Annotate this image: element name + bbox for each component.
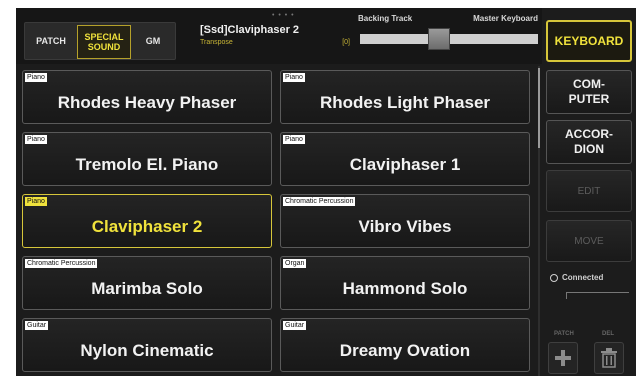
tab-patch[interactable]: PATCH (27, 25, 75, 57)
connection-line (566, 292, 629, 299)
patch-category: Chromatic Percussion (25, 259, 98, 268)
patch-category: Piano (283, 135, 305, 144)
computer-button[interactable]: COM- PUTER (546, 70, 632, 114)
patch-category: Piano (25, 73, 47, 82)
patch-name: Rhodes Heavy Phaser (57, 93, 237, 112)
connection-status: Connected (550, 273, 603, 282)
accordion-button[interactable]: ACCOR- DION (546, 120, 632, 164)
patch-type-tabs: PATCH SPECIAL SOUND GM (24, 22, 176, 60)
backing-track-label: Backing Track (358, 14, 413, 23)
page-dots: • • • • (272, 12, 295, 19)
balance-slider-labels: Backing Track Master Keyboard (358, 14, 538, 23)
app-screen: PATCH SPECIAL SOUND GM • • • • [Ssd]Clav… (16, 8, 636, 376)
trash-icon (601, 348, 617, 368)
patch-category: Organ (283, 259, 307, 268)
patch-name: Vibro Vibes (358, 217, 452, 236)
patch-category: Piano (25, 197, 47, 206)
keyboard-button[interactable]: KEYBOARD (546, 20, 632, 62)
patch-category: Guitar (25, 321, 49, 330)
tab-gm[interactable]: GM (133, 25, 173, 57)
patch-name: Dreamy Ovation (339, 341, 471, 360)
top-bar: PATCH SPECIAL SOUND GM • • • • [Ssd]Clav… (16, 8, 542, 64)
patch-name: Claviphaser 2 (91, 217, 203, 236)
scrollbar-thumb[interactable] (538, 68, 540, 148)
current-patch-name: [Ssd]Claviphaser 2 (200, 24, 300, 36)
patch-name: Tremolo El. Piano (75, 155, 219, 174)
patch-name: Nylon Cinematic (80, 341, 214, 360)
move-button[interactable]: MOVE (546, 220, 632, 262)
connection-status-label: Connected (562, 273, 604, 282)
connection-indicator-icon (550, 273, 558, 282)
balance-slider-thumb[interactable] (428, 28, 450, 50)
del-label: DEL (602, 331, 614, 337)
patch-label: PATCH (554, 331, 574, 337)
master-keyboard-label: Master Keyboard (473, 14, 538, 23)
patch-button-rhodes-heavy-phaser[interactable]: Piano Rhodes Heavy Phaser (22, 70, 272, 124)
current-patch-info: [Ssd]Claviphaser 2 Transpose [0] (200, 24, 350, 46)
patch-grid: Piano Rhodes Heavy Phaser Piano Rhodes L… (22, 70, 532, 372)
patch-category: Guitar (283, 321, 307, 330)
patch-name: Claviphaser 1 (349, 155, 461, 174)
transpose-label: Transpose (200, 39, 233, 46)
patch-button-tremolo-el-piano[interactable]: Piano Tremolo El. Piano (22, 132, 272, 186)
patch-category: Piano (283, 73, 305, 82)
patch-button-marimba-solo[interactable]: Chromatic Percussion Marimba Solo (22, 256, 272, 310)
patch-button-dreamy-ovation[interactable]: Guitar Dreamy Ovation (280, 318, 530, 372)
patch-name: Hammond Solo (342, 279, 468, 298)
edit-button[interactable]: EDIT (546, 170, 632, 212)
add-patch-button[interactable] (548, 342, 578, 374)
patch-button-claviphaser-2[interactable]: Piano Claviphaser 2 (22, 194, 272, 248)
patch-button-vibro-vibes[interactable]: Chromatic Percussion Vibro Vibes (280, 194, 530, 248)
patch-button-hammond-solo[interactable]: Organ Hammond Solo (280, 256, 530, 310)
patch-category: Piano (25, 135, 47, 144)
plus-icon (555, 350, 571, 366)
patch-button-rhodes-light-phaser[interactable]: Piano Rhodes Light Phaser (280, 70, 530, 124)
tab-special-sound[interactable]: SPECIAL SOUND (77, 25, 131, 59)
patch-button-nylon-cinematic[interactable]: Guitar Nylon Cinematic (22, 318, 272, 372)
transpose-row[interactable]: Transpose [0] (200, 39, 350, 46)
patch-category: Chromatic Percussion (283, 197, 356, 206)
delete-patch-button[interactable] (594, 342, 624, 374)
patch-name: Marimba Solo (91, 279, 203, 298)
transpose-value: [0] (342, 39, 350, 46)
patch-name: Rhodes Light Phaser (319, 93, 491, 112)
patch-button-claviphaser-1[interactable]: Piano Claviphaser 1 (280, 132, 530, 186)
